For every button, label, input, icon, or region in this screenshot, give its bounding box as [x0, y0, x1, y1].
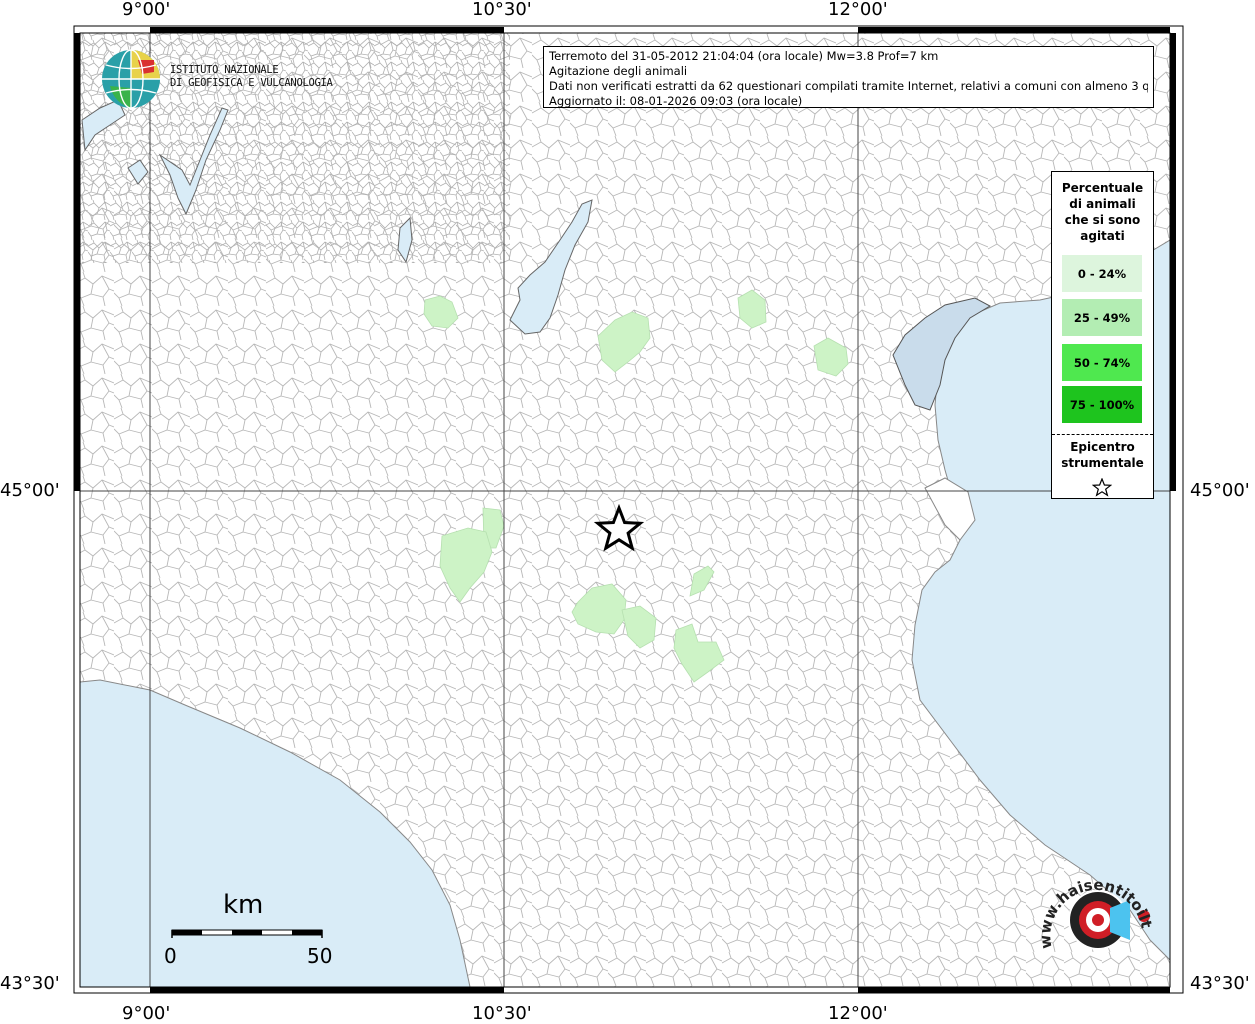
star-icon: [1092, 478, 1112, 497]
lon-label-top-2: 10°30': [472, 0, 532, 20]
info-box: Terremoto del 31-05-2012 21:04:04 (ora l…: [543, 46, 1154, 108]
data-note: Dati non verificati estratti da 62 quest…: [549, 79, 1148, 93]
legend-class-2: 50 - 74%: [1062, 344, 1142, 381]
scale-start: 0: [164, 944, 177, 968]
scale-unit: km: [223, 890, 264, 920]
lon-label-bottom-1: 9°00': [122, 1003, 171, 1024]
lon-label-bottom-3: 12°00': [828, 1003, 888, 1024]
lon-label-top-3: 12°00': [828, 0, 888, 20]
event-info: Terremoto del 31-05-2012 21:04:04 (ora l…: [549, 49, 939, 63]
lat-label-left-2: 43°30': [0, 973, 60, 994]
ingv-logo: ISTITUTO NAZIONALE DI GEOFISICA E VULCAN…: [100, 48, 333, 110]
lat-label-right-1: 45°00': [1190, 480, 1250, 501]
lon-label-bottom-2: 10°30': [472, 1003, 532, 1024]
scale-end: 50: [307, 944, 333, 968]
legend-class-1: 25 - 49%: [1062, 299, 1142, 336]
legend-epicenter-label: Epicentro strumentale: [1061, 440, 1144, 470]
ingv-name: ISTITUTO NAZIONALE DI GEOFISICA E VULCAN…: [170, 64, 333, 89]
hsit-logo-graphic: www.haisentitoilterremoto.it: [1022, 846, 1156, 950]
scale-bar-graphic: [171, 929, 323, 938]
legend-title: Percentuale di animali che si sono agita…: [1061, 181, 1144, 243]
legend-separator: [1052, 434, 1153, 435]
lat-label-left-1: 45°00': [0, 480, 60, 501]
legend-class-0: 0 - 24%: [1062, 255, 1142, 292]
lat-label-right-2: 43°30': [1190, 973, 1250, 994]
scale-bar: km 0 50: [160, 890, 350, 970]
legend: Percentuale di animali che si sono agita…: [1051, 171, 1154, 499]
legend-class-3: 75 - 100%: [1062, 386, 1142, 423]
globe-icon: [102, 49, 160, 109]
map-subject: Agitazione degli animali: [549, 64, 688, 78]
update-time: Aggiornato il: 08-01-2026 09:03 (ora loc…: [549, 94, 803, 108]
hsit-logo: www.haisentitoilterremoto.it: [1022, 846, 1165, 985]
lon-label-top-1: 9°00': [122, 0, 171, 20]
